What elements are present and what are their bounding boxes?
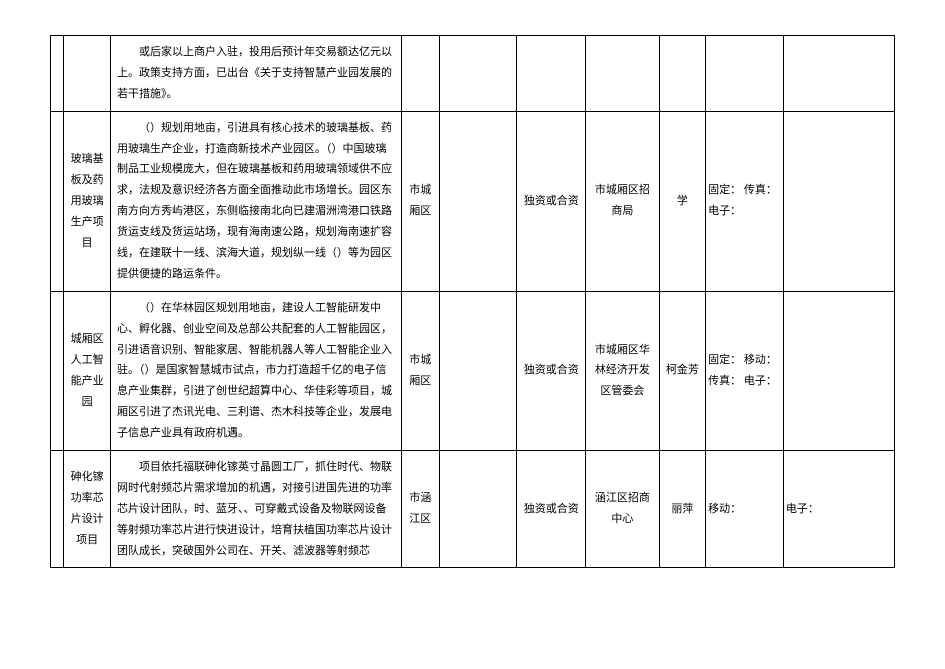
cell-contact: 固定： 传真： 电子：: [706, 111, 784, 291]
cell-index: [51, 36, 64, 112]
cell-amount: [439, 451, 517, 568]
cell-region: 市涵江区: [401, 451, 439, 568]
cell-mode: 独资或合资: [517, 111, 586, 291]
cell-amount: [439, 36, 517, 112]
table-row: 城厢区人工智能产业园 （）在华林园区规划用地亩，建设人工智能研发中心、孵化器、创…: [51, 291, 895, 450]
cell-desc: 或后家以上商户入驻，投用后预计年交易额达亿元以上。政策支持方面，已出台《关于支持…: [110, 36, 401, 112]
cell-contact: [706, 36, 784, 112]
cell-index: [51, 111, 64, 291]
table-row: 玻璃基板及药用玻璃生产项目 （）规划用地亩，引进具有核心技术的玻璃基板、药用玻璃…: [51, 111, 895, 291]
cell-region: 市城厢区: [401, 291, 439, 450]
cell-name: 砷化镓功率芯片设计项目: [64, 451, 111, 568]
cell-desc: （）规划用地亩，引进具有核心技术的玻璃基板、药用玻璃生产企业，打造商新技术产业园…: [110, 111, 401, 291]
cell-name: 城厢区人工智能产业园: [64, 291, 111, 450]
cell-desc: （）在华林园区规划用地亩，建设人工智能研发中心、孵化器、创业空间及总部公共配套的…: [110, 291, 401, 450]
cell-mode: 独资或合资: [517, 291, 586, 450]
cell-org: 市城厢区华林经济开发区管委会: [586, 291, 659, 450]
cell-person: [659, 36, 706, 112]
table-row: 砷化镓功率芯片设计项目 项目依托福联砷化镓英寸晶圆工厂，抓住时代、物联网时代射频…: [51, 451, 895, 568]
cell-extra: [783, 291, 894, 450]
cell-desc: 项目依托福联砷化镓英寸晶圆工厂，抓住时代、物联网时代射频芯片需求增加的机遇，对接…: [110, 451, 401, 568]
cell-mode: [517, 36, 586, 112]
projects-table: 或后家以上商户入驻，投用后预计年交易额达亿元以上。政策支持方面，已出台《关于支持…: [50, 35, 895, 568]
cell-name: 玻璃基板及药用玻璃生产项目: [64, 111, 111, 291]
cell-org: [586, 36, 659, 112]
cell-amount: [439, 111, 517, 291]
cell-region: 市城厢区: [401, 111, 439, 291]
cell-person: 柯金芳: [659, 291, 706, 450]
cell-contact: 固定： 移动： 传真： 电子：: [706, 291, 784, 450]
cell-contact: 移动：: [706, 451, 784, 568]
cell-index: [51, 451, 64, 568]
cell-amount: [439, 291, 517, 450]
cell-name: [64, 36, 111, 112]
cell-index: [51, 291, 64, 450]
cell-extra: 电子：: [783, 451, 894, 568]
cell-person: 学: [659, 111, 706, 291]
table-row: 或后家以上商户入驻，投用后预计年交易额达亿元以上。政策支持方面，已出台《关于支持…: [51, 36, 895, 112]
cell-extra: [783, 36, 894, 112]
cell-person: 丽萍: [659, 451, 706, 568]
cell-org: 涵江区招商中心: [586, 451, 659, 568]
cell-extra: [783, 111, 894, 291]
cell-mode: 独资或合资: [517, 451, 586, 568]
cell-region: [401, 36, 439, 112]
cell-org: 市城厢区招商局: [586, 111, 659, 291]
